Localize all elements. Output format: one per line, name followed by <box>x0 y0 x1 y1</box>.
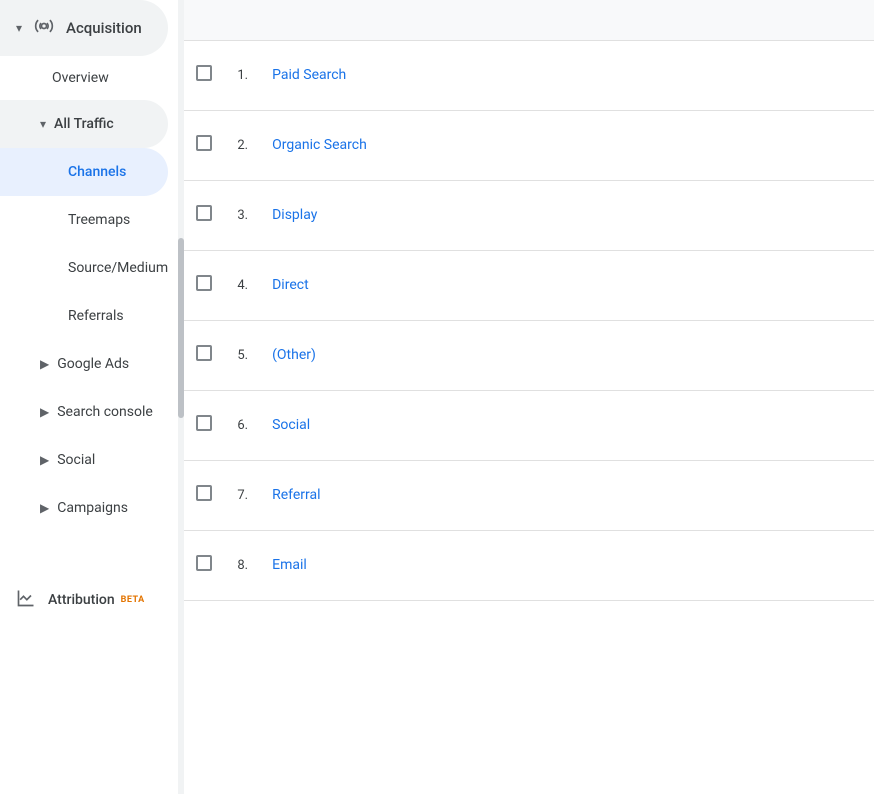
row-number-5: 5. <box>224 320 260 390</box>
scrollbar-track <box>178 0 184 794</box>
row-checkbox-8[interactable] <box>196 555 212 571</box>
channel-name-1[interactable]: Paid Search <box>260 40 874 110</box>
chevron-down-icon-traffic: ▾ <box>40 117 46 131</box>
table-row: 6. Social <box>184 390 874 460</box>
acquisition-label: Acquisition <box>66 19 142 37</box>
header-channel-cell <box>260 0 874 40</box>
row-checkbox-5[interactable] <box>196 345 212 361</box>
channel-name-7[interactable]: Referral <box>260 460 874 530</box>
header-number-cell <box>224 0 260 40</box>
header-checkbox-cell <box>184 0 224 40</box>
row-number-1: 1. <box>224 40 260 110</box>
checkbox-cell-2[interactable] <box>184 110 224 180</box>
scrollbar-thumb[interactable] <box>178 238 184 418</box>
attribution-icon <box>16 588 36 612</box>
sidebar-item-social[interactable]: ▶ Social <box>0 436 184 484</box>
sidebar-item-referrals[interactable]: Referrals <box>0 292 184 340</box>
row-number-3: 3. <box>224 180 260 250</box>
chevron-right-icon-google-ads: ▶ <box>40 357 49 371</box>
table-row: 3. Display <box>184 180 874 250</box>
sidebar-item-search-console[interactable]: ▶ Search console <box>0 388 184 436</box>
table-row: 5. (Other) <box>184 320 874 390</box>
sidebar-item-google-ads[interactable]: ▶ Google Ads <box>0 340 184 388</box>
row-number-7: 7. <box>224 460 260 530</box>
sidebar-item-attribution[interactable]: Attribution BETA <box>0 572 184 628</box>
row-number-2: 2. <box>224 110 260 180</box>
overview-label: Overview <box>52 70 109 86</box>
chevron-down-icon: ▾ <box>16 21 22 35</box>
table-row: 4. Direct <box>184 250 874 320</box>
checkbox-cell-1[interactable] <box>184 40 224 110</box>
sidebar-item-treemaps[interactable]: Treemaps <box>0 196 184 244</box>
chevron-right-icon-campaigns: ▶ <box>40 501 49 515</box>
row-checkbox-3[interactable] <box>196 205 212 221</box>
social-label: Social <box>57 452 95 468</box>
sidebar-item-source-medium[interactable]: Source/Medium <box>0 244 184 292</box>
channels-label: Channels <box>68 164 126 180</box>
treemaps-label: Treemaps <box>68 212 130 228</box>
acquisition-icon <box>34 16 54 40</box>
table-row: 7. Referral <box>184 460 874 530</box>
attribution-label: Attribution <box>48 592 115 608</box>
channels-table: 1. Paid Search 2. Organic Search 3. Disp… <box>184 0 874 601</box>
chevron-right-icon-search-console: ▶ <box>40 405 49 419</box>
row-checkbox-4[interactable] <box>196 275 212 291</box>
channel-name-2[interactable]: Organic Search <box>260 110 874 180</box>
checkbox-cell-4[interactable] <box>184 250 224 320</box>
row-number-4: 4. <box>224 250 260 320</box>
sidebar-item-all-traffic[interactable]: ▾ All Traffic <box>0 100 168 148</box>
beta-badge: BETA <box>121 595 145 605</box>
all-traffic-label: All Traffic <box>54 116 114 132</box>
channel-name-6[interactable]: Social <box>260 390 874 460</box>
row-checkbox-7[interactable] <box>196 485 212 501</box>
channel-name-4[interactable]: Direct <box>260 250 874 320</box>
checkbox-cell-5[interactable] <box>184 320 224 390</box>
table-header <box>184 0 874 40</box>
checkbox-cell-8[interactable] <box>184 530 224 600</box>
row-number-8: 8. <box>224 530 260 600</box>
row-checkbox-1[interactable] <box>196 65 212 81</box>
sidebar-item-campaigns[interactable]: ▶ Campaigns <box>0 484 184 532</box>
table-row: 2. Organic Search <box>184 110 874 180</box>
referrals-label: Referrals <box>68 308 124 324</box>
checkbox-cell-3[interactable] <box>184 180 224 250</box>
table-row: 8. Email <box>184 530 874 600</box>
sidebar-item-channels[interactable]: Channels <box>0 148 168 196</box>
checkbox-cell-7[interactable] <box>184 460 224 530</box>
channel-name-8[interactable]: Email <box>260 530 874 600</box>
table-row: 1. Paid Search <box>184 40 874 110</box>
checkbox-cell-6[interactable] <box>184 390 224 460</box>
channel-name-3[interactable]: Display <box>260 180 874 250</box>
sidebar-item-overview[interactable]: Overview <box>0 56 184 100</box>
chevron-right-icon-social: ▶ <box>40 453 49 467</box>
google-ads-label: Google Ads <box>57 356 129 372</box>
row-checkbox-6[interactable] <box>196 415 212 431</box>
row-checkbox-2[interactable] <box>196 135 212 151</box>
main-content: 1. Paid Search 2. Organic Search 3. Disp… <box>184 0 874 794</box>
campaigns-label: Campaigns <box>57 500 128 516</box>
channel-name-5[interactable]: (Other) <box>260 320 874 390</box>
search-console-label: Search console <box>57 404 153 420</box>
source-medium-label: Source/Medium <box>68 260 168 276</box>
row-number-6: 6. <box>224 390 260 460</box>
sidebar-item-acquisition[interactable]: ▾ Acquisition <box>0 0 168 56</box>
sidebar: ▾ Acquisition Overview ▾ All Traffic <box>0 0 184 794</box>
